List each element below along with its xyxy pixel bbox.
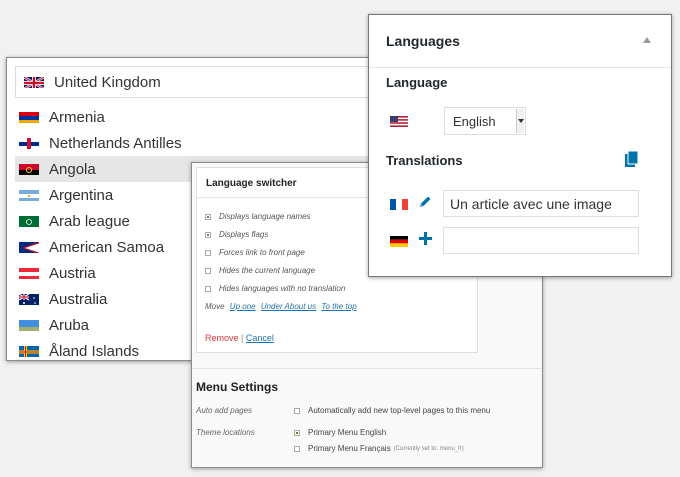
location-note: (Currently set to: menu_fr) — [393, 445, 464, 452]
option-label: Primary Menu Français — [308, 444, 391, 453]
auto-add-pages-option[interactable]: Automatically add new top-level pages to… — [294, 406, 490, 415]
country-select[interactable]: United Kingdom — [15, 66, 369, 98]
option-label: Displays flags — [219, 230, 269, 239]
aland-islands-flag-icon — [19, 345, 39, 357]
move-up-one-link[interactable]: Up one — [230, 302, 256, 311]
remove-cancel-row: Remove | Cancel — [205, 333, 274, 343]
option-label: Primary Menu English — [308, 428, 387, 437]
united-kingdom-flag-icon — [24, 76, 44, 88]
move-row: Move Up one Under About us To the top — [205, 302, 357, 311]
argentina-flag-icon — [19, 189, 39, 201]
armenia-flag-icon — [19, 111, 39, 123]
divider — [369, 67, 671, 68]
checkbox-force-front-page[interactable] — [205, 249, 211, 256]
germany-flag-icon — [390, 234, 408, 252]
option-hide-untranslated[interactable]: Hides languages with no translation — [205, 284, 345, 293]
option-label: Displays language names — [219, 212, 311, 221]
netherlands-antilles-flag-icon — [19, 137, 39, 149]
country-item-label: Austria — [49, 264, 96, 282]
move-label: Move — [205, 302, 225, 311]
translation-french-input[interactable]: Un article avec une image — [443, 190, 639, 217]
option-display-names[interactable]: Displays language names — [205, 212, 311, 221]
aruba-flag-icon — [19, 319, 39, 331]
move-under-link[interactable]: Under About us — [261, 302, 316, 311]
option-force-front-page[interactable]: Forces link to front page — [205, 248, 305, 257]
checkbox-display-names[interactable] — [205, 213, 211, 220]
checkbox-hide-untranslated[interactable] — [205, 285, 211, 292]
location-primary-francais[interactable]: Primary Menu Français (Currently set to:… — [294, 444, 464, 453]
option-label: Automatically add new top-level pages to… — [308, 406, 491, 415]
pencil-icon[interactable] — [418, 195, 432, 209]
angola-flag-icon — [19, 163, 39, 175]
checkbox-auto-add[interactable] — [294, 407, 300, 414]
location-primary-english[interactable]: Primary Menu English — [294, 428, 386, 437]
plus-icon[interactable] — [419, 232, 432, 245]
country-item-label: Angola — [49, 160, 96, 178]
option-label: Hides the current language — [219, 266, 316, 275]
translation-german-input[interactable] — [443, 227, 639, 254]
language-heading: Language — [386, 75, 448, 90]
country-select-value: United Kingdom — [54, 73, 161, 91]
country-item-label: Aruba — [49, 316, 90, 334]
australia-flag-icon — [19, 293, 39, 305]
checkbox-hide-current[interactable] — [205, 267, 211, 274]
france-flag-icon — [390, 197, 408, 215]
language-select[interactable]: English — [444, 107, 526, 135]
move-to-top-link[interactable]: To the top — [321, 302, 356, 311]
country-item-label: American Samoa — [49, 238, 165, 256]
option-hide-current[interactable]: Hides the current language — [205, 266, 315, 275]
country-item-label: Armenia — [49, 108, 105, 126]
languages-metabox: Languages Language English Translations … — [368, 14, 672, 277]
country-item-armenia[interactable]: Armenia — [15, 104, 369, 130]
united-states-flag-icon — [390, 114, 408, 132]
languages-title: Languages — [386, 33, 460, 49]
collapse-arrow-icon[interactable] — [643, 37, 651, 43]
austria-flag-icon — [19, 267, 39, 279]
copy-icon[interactable] — [625, 150, 639, 167]
separator: | — [241, 333, 244, 343]
option-label: Forces link to front page — [219, 248, 305, 257]
arab-league-flag-icon — [19, 215, 39, 227]
american-samoa-flag-icon — [19, 241, 39, 253]
auto-add-pages-label: Auto add pages — [196, 406, 253, 415]
checkbox-primary-francais[interactable] — [294, 445, 300, 452]
country-item-label: Australia — [49, 290, 108, 308]
country-item-label: Netherlands Antilles — [49, 134, 182, 152]
divider — [192, 368, 542, 369]
country-item-label: Arab league — [49, 212, 130, 230]
dropdown-arrow-icon — [516, 109, 524, 133]
checkbox-display-flags[interactable] — [205, 231, 211, 238]
language-select-value: English — [453, 113, 496, 129]
country-item-label: Åland Islands — [49, 342, 140, 360]
remove-link[interactable]: Remove — [205, 333, 239, 343]
country-item-label: Argentina — [49, 186, 114, 204]
option-label: Hides languages with no translation — [219, 284, 346, 293]
option-display-flags[interactable]: Displays flags — [205, 230, 268, 239]
translations-heading: Translations — [386, 153, 463, 168]
theme-locations-label: Theme locations — [196, 428, 255, 437]
menu-settings-title: Menu Settings — [196, 380, 279, 394]
country-item-netherlands-antilles[interactable]: Netherlands Antilles — [15, 130, 369, 156]
checkbox-primary-english[interactable] — [294, 429, 300, 436]
cancel-link[interactable]: Cancel — [246, 333, 274, 343]
